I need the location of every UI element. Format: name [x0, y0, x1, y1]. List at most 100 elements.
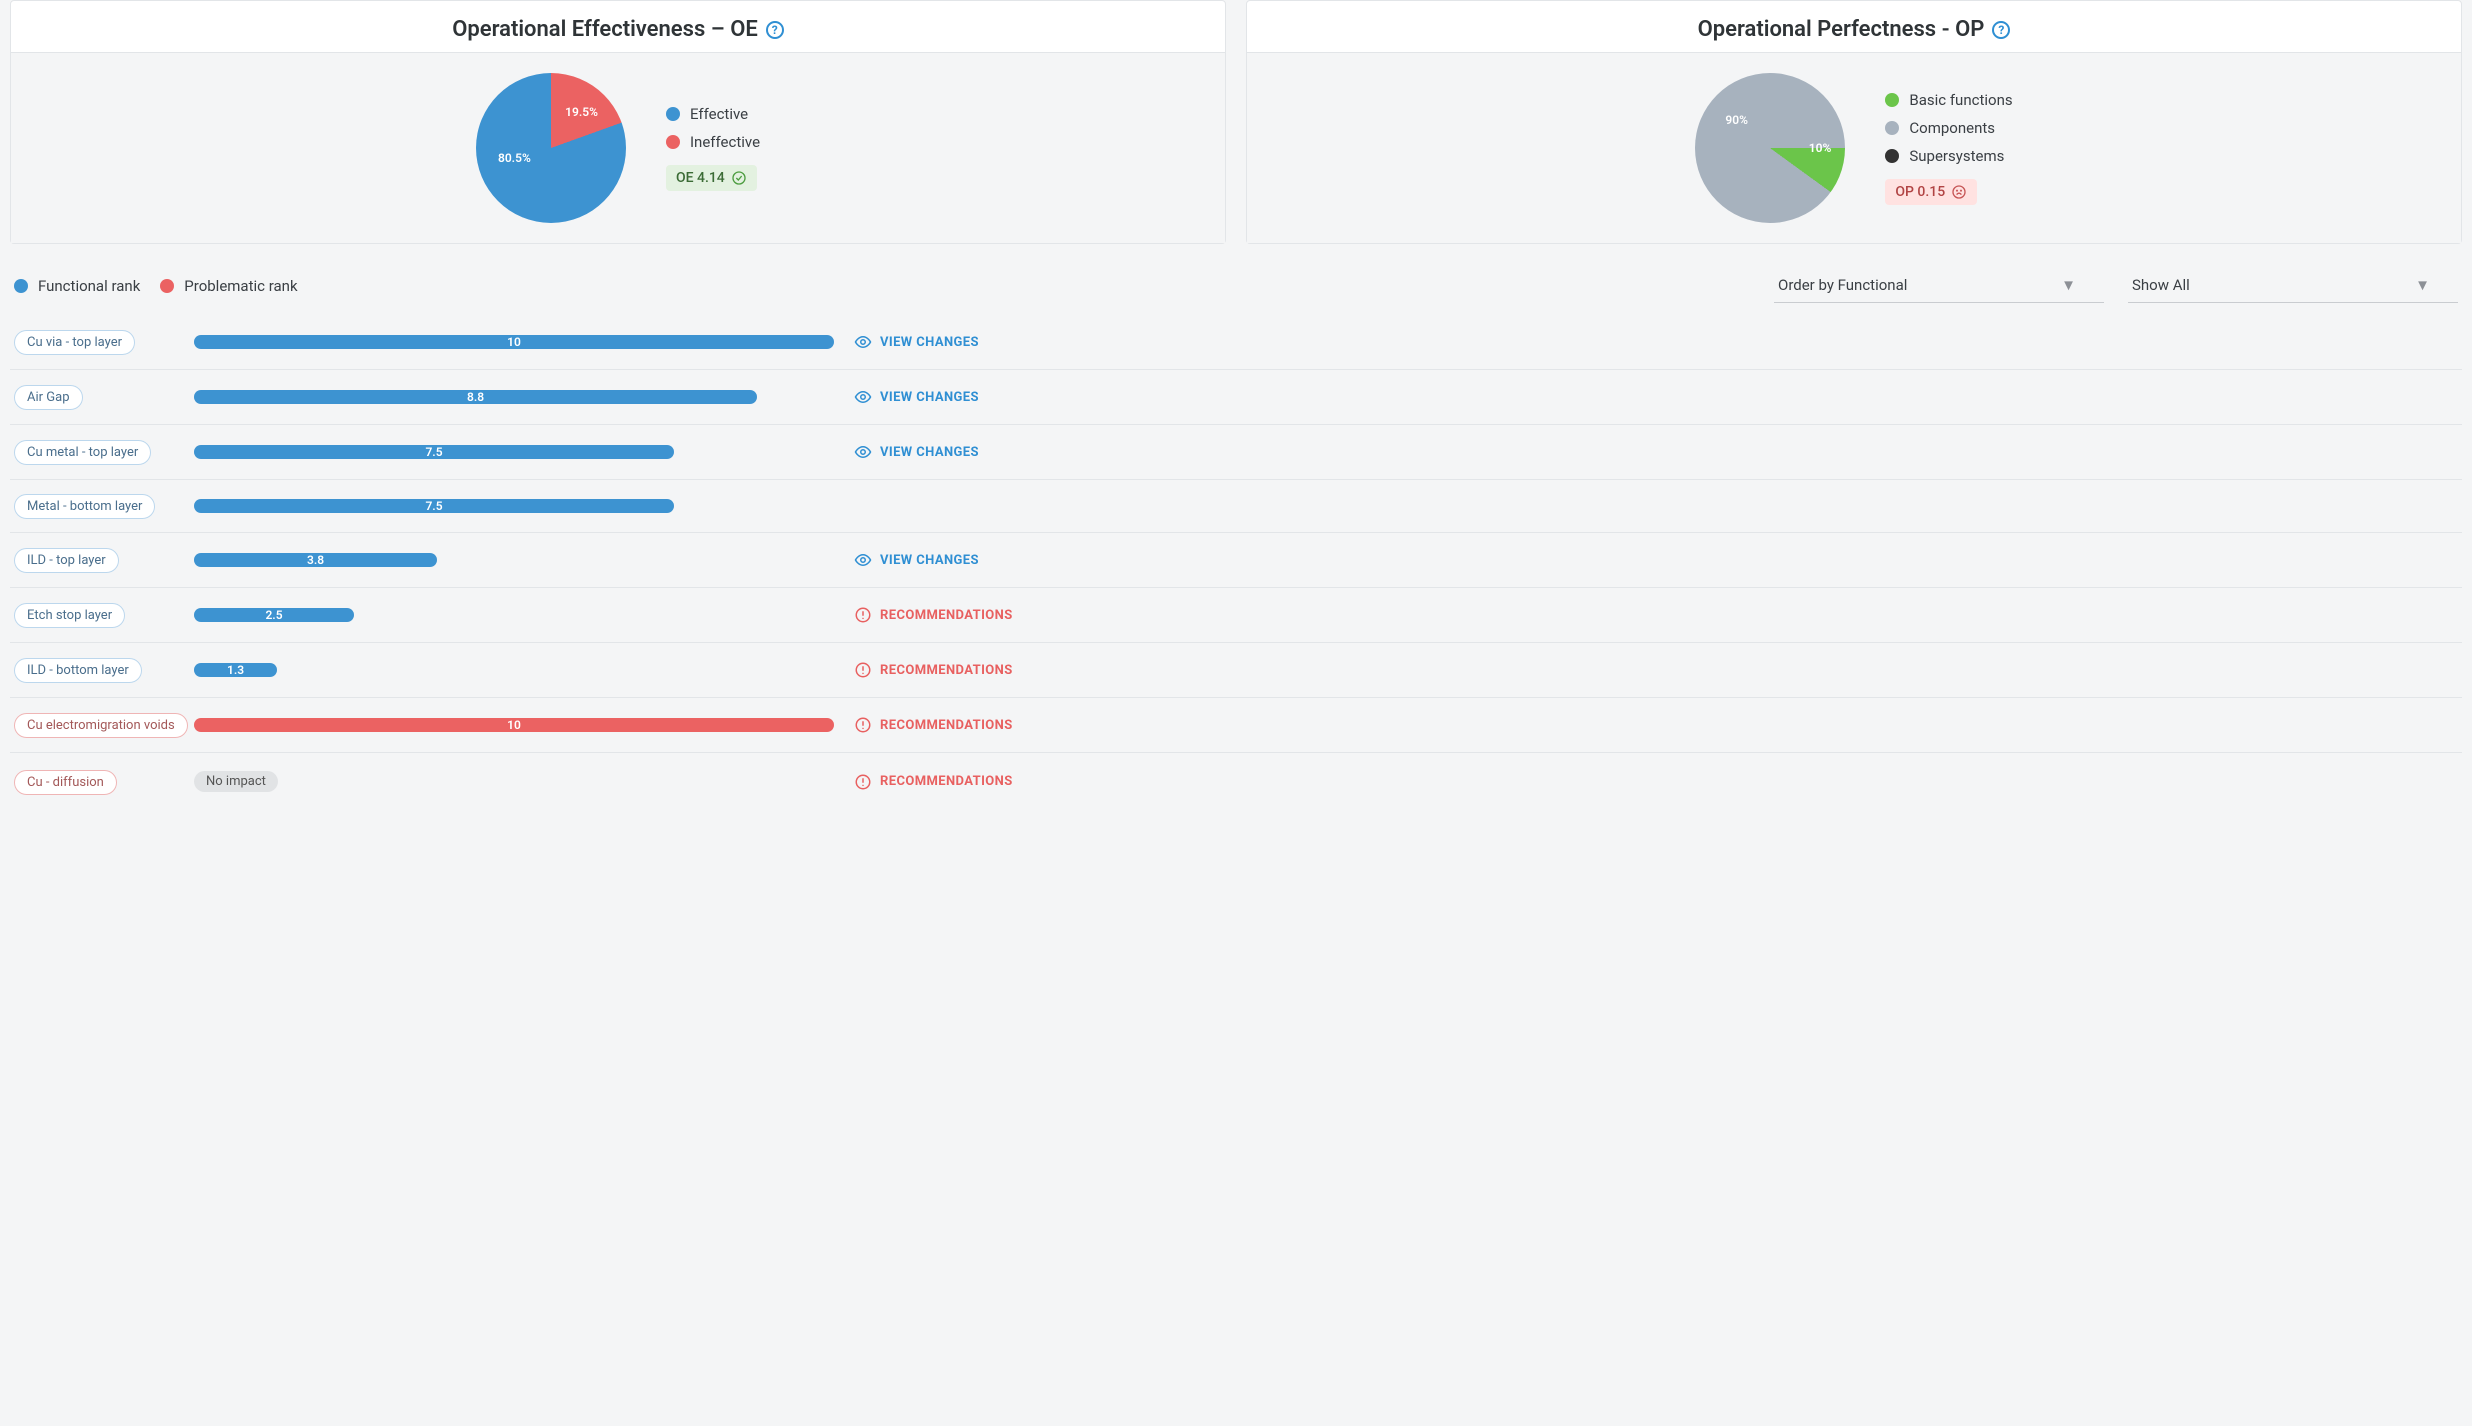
order-select-value: Order by Functional	[1778, 276, 1907, 294]
op-title-text: Operational Perfectness - OP	[1698, 17, 1985, 42]
rank-bar: 8.8	[194, 390, 757, 404]
view-changes-button[interactable]: VIEW CHANGES	[854, 443, 979, 461]
rank-row: Air Gap 8.8 VIEW CHANGES	[10, 370, 2462, 425]
eye-icon	[854, 443, 872, 461]
legend-item: Supersystems	[1885, 147, 2004, 165]
bar-area: 10	[194, 718, 834, 732]
help-icon[interactable]: ?	[1992, 21, 2010, 39]
filter-select-value: Show All	[2132, 276, 2190, 294]
dot-icon	[666, 135, 680, 149]
dot-icon	[160, 279, 174, 293]
sad-face-icon	[1951, 184, 1967, 200]
action-label: VIEW CHANGES	[880, 390, 979, 405]
eye-icon	[854, 551, 872, 569]
bar-area: 7.5	[194, 499, 834, 513]
legend-label: Supersystems	[1909, 147, 2004, 165]
oe-pie-label-ineffective: 19.5%	[565, 105, 598, 119]
legend-label: Problematic rank	[184, 277, 297, 295]
component-tag[interactable]: Cu - diffusion	[14, 770, 117, 795]
dot-icon	[14, 279, 28, 293]
rank-row: Cu via - top layer 10 VIEW CHANGES	[10, 315, 2462, 370]
recommendations-button[interactable]: RECOMMENDATIONS	[854, 716, 1013, 734]
legend-item: Problematic rank	[160, 277, 297, 295]
caret-down-icon: ▼	[2415, 276, 2430, 294]
check-circle-icon	[731, 170, 747, 186]
legend-item: Components	[1885, 119, 1995, 137]
rank-bar: 10	[194, 718, 834, 732]
action-label: RECOMMENDATIONS	[880, 718, 1013, 733]
action-label: VIEW CHANGES	[880, 553, 979, 568]
legend-label: Effective	[690, 105, 748, 123]
rank-row: Cu metal - top layer 7.5 VIEW CHANGES	[10, 425, 2462, 480]
alert-circle-icon	[854, 606, 872, 624]
action-label: RECOMMENDATIONS	[880, 608, 1013, 623]
legend-label: Basic functions	[1909, 91, 2012, 109]
action-label: VIEW CHANGES	[880, 335, 979, 350]
op-pie-label-basic: 10%	[1809, 141, 1832, 155]
eye-icon	[854, 388, 872, 406]
recommendations-button[interactable]: RECOMMENDATIONS	[854, 661, 1013, 679]
rank-row: ILD - bottom layer 1.3 RECOMMENDATIONS	[10, 643, 2462, 698]
alert-circle-icon	[854, 716, 872, 734]
component-tag[interactable]: ILD - top layer	[14, 548, 119, 573]
rank-bar: 1.3	[194, 663, 277, 677]
op-card-title: Operational Perfectness - OP ?	[1247, 1, 2461, 53]
bar-area: 2.5	[194, 608, 834, 622]
rank-legend: Functional rank Problematic rank	[14, 277, 298, 295]
component-tag[interactable]: Cu metal - top layer	[14, 440, 151, 465]
eye-icon	[854, 333, 872, 351]
rank-bar: 10	[194, 335, 834, 349]
action-label: RECOMMENDATIONS	[880, 663, 1013, 678]
oe-card-title: Operational Effectiveness – OE ?	[11, 1, 1225, 53]
op-card: Operational Perfectness - OP ? 90% 10% B…	[1246, 0, 2462, 244]
component-tag[interactable]: Etch stop layer	[14, 603, 125, 628]
component-tag[interactable]: ILD - bottom layer	[14, 658, 142, 683]
action-label: VIEW CHANGES	[880, 445, 979, 460]
legend-item: Basic functions	[1885, 91, 2012, 109]
legend-item: Functional rank	[14, 277, 140, 295]
rank-row: Etch stop layer 2.5 RECOMMENDATIONS	[10, 588, 2462, 643]
recommendations-button[interactable]: RECOMMENDATIONS	[854, 606, 1013, 624]
component-tag[interactable]: Cu via - top layer	[14, 330, 135, 355]
legend-label: Functional rank	[38, 277, 140, 295]
bar-area: 3.8	[194, 553, 834, 567]
dot-icon	[1885, 149, 1899, 163]
oe-badge: OE 4.14	[666, 165, 757, 191]
rank-row: ILD - top layer 3.8 VIEW CHANGES	[10, 533, 2462, 588]
legend-label: Ineffective	[690, 133, 760, 151]
dot-icon	[1885, 93, 1899, 107]
oe-badge-text: OE 4.14	[676, 170, 725, 186]
bar-area: 8.8	[194, 390, 834, 404]
op-badge-text: OP 0.15	[1895, 184, 1945, 200]
op-legend: Basic functions Components Supersystems …	[1885, 91, 2012, 205]
view-changes-button[interactable]: VIEW CHANGES	[854, 388, 979, 406]
op-pie-label-components: 90%	[1725, 113, 1748, 127]
oe-pie-chart: 19.5% 80.5%	[476, 73, 626, 223]
alert-circle-icon	[854, 661, 872, 679]
component-tag[interactable]: Cu electromigration voids	[14, 713, 188, 738]
no-impact-chip: No impact	[194, 771, 278, 792]
filter-select[interactable]: Show All ▼	[2128, 268, 2458, 303]
oe-legend: Effective Ineffective OE 4.14	[666, 105, 760, 191]
order-select[interactable]: Order by Functional ▼	[1774, 268, 2104, 303]
component-tag[interactable]: Metal - bottom layer	[14, 494, 155, 519]
oe-title-text: Operational Effectiveness – OE	[452, 17, 758, 42]
view-changes-button[interactable]: VIEW CHANGES	[854, 551, 979, 569]
bar-area: 7.5	[194, 445, 834, 459]
bar-area: No impact	[194, 771, 834, 792]
recommendations-button[interactable]: RECOMMENDATIONS	[854, 773, 1013, 791]
dot-icon	[1885, 121, 1899, 135]
component-tag[interactable]: Air Gap	[14, 385, 83, 410]
alert-circle-icon	[854, 773, 872, 791]
oe-card: Operational Effectiveness – OE ? 19.5% 8…	[10, 0, 1226, 244]
rank-bar: 7.5	[194, 499, 674, 513]
rank-row: Cu electromigration voids 10 RECOMMENDATIO…	[10, 698, 2462, 753]
rank-row: Metal - bottom layer 7.5	[10, 480, 2462, 533]
rank-row: Cu - diffusion No impact RECOMMENDATIONS	[10, 753, 2462, 810]
legend-label: Components	[1909, 119, 1995, 137]
view-changes-button[interactable]: VIEW CHANGES	[854, 333, 979, 351]
dot-icon	[666, 107, 680, 121]
help-icon[interactable]: ?	[766, 21, 784, 39]
oe-pie-label-effective: 80.5%	[498, 151, 531, 165]
op-badge: OP 0.15	[1885, 179, 1977, 205]
